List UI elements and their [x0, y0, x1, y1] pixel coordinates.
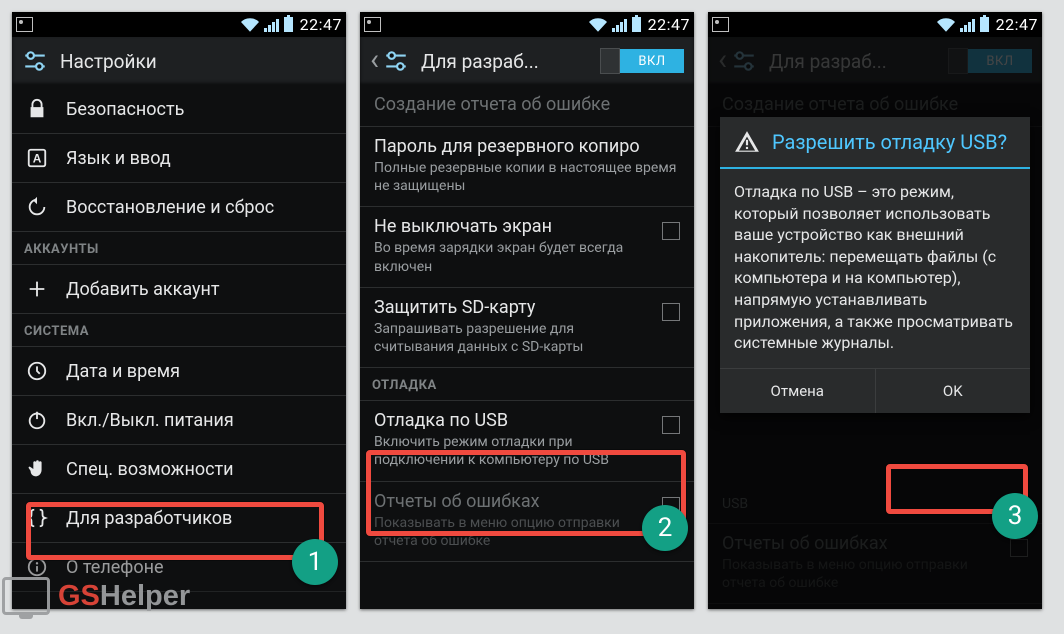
hand-icon [26, 458, 48, 480]
setting-label: Для разработчиков [66, 508, 232, 529]
checkbox[interactable] [662, 303, 680, 321]
notification-icon [16, 17, 33, 32]
plus-icon [26, 278, 48, 300]
setting-label: О телефоне [66, 557, 164, 578]
setting-power[interactable]: Вкл./Выкл. питания [12, 396, 346, 445]
phone-screenshot-1: 22:47 Настройки Безопасность A Язык и вв… [12, 12, 346, 609]
settings-list[interactable]: Безопасность A Язык и ввод Восстановлени… [12, 85, 346, 609]
settings-icon [383, 48, 409, 74]
power-icon [26, 409, 48, 431]
clock-icon [26, 360, 48, 382]
dialog-ok-button[interactable]: OK [876, 369, 1031, 413]
svg-text:A: A [33, 152, 42, 166]
pref-usb-debugging[interactable]: Отладка по USB Включить режим отладки пр… [360, 401, 694, 481]
setting-accessibility[interactable]: Спец. возможности [12, 445, 346, 494]
section-header-system: СИСТЕМА [12, 314, 346, 347]
setting-language[interactable]: A Язык и ввод [12, 134, 346, 183]
setting-security[interactable]: Безопасность [12, 85, 346, 134]
dialog-cancel-button[interactable]: Отмена [720, 369, 876, 413]
pref-title: Защитить SD-карту [374, 297, 654, 318]
setting-developer-options[interactable]: Для разработчиков [12, 494, 346, 543]
signal-icon [960, 18, 975, 32]
action-bar: ‹ Для разраб... ВКЛ [360, 37, 694, 85]
braces-icon [26, 507, 48, 529]
setting-backup[interactable]: Восстановление и сброс [12, 183, 346, 232]
toggle-on[interactable]: ВКЛ [620, 49, 684, 73]
section-header-debug: ОТЛАДКА [360, 368, 694, 401]
pref-protect-sd[interactable]: Защитить SD-карту Запрашивать разрешение… [360, 288, 694, 368]
language-icon: A [26, 147, 48, 169]
battery-icon [632, 17, 641, 32]
section-header-accounts: АККАУНТЫ [12, 232, 346, 265]
status-bar: 22:47 [12, 12, 346, 37]
settings-icon [22, 48, 48, 74]
dialog-title: Разрешить отладку USB? [772, 130, 1007, 154]
info-icon [26, 556, 48, 578]
pref-title: Отладка по USB [374, 410, 654, 431]
signal-icon [264, 18, 279, 32]
wifi-icon [589, 16, 607, 34]
pref-summary: Во время зарядки экран будет всегда вклю… [374, 239, 654, 275]
dialog-body: Отладка по USB – это режим, который позв… [720, 169, 1030, 368]
pref-title: Создание отчета об ошибке [374, 94, 680, 115]
monitor-icon [2, 577, 50, 615]
wifi-icon [937, 16, 955, 34]
setting-label: Язык и ввод [66, 148, 171, 169]
setting-label: Спец. возможности [66, 459, 234, 480]
pref-stay-awake[interactable]: Не выключать экран Во время зарядки экра… [360, 207, 694, 287]
status-clock: 22:47 [300, 15, 342, 34]
notification-icon [364, 17, 381, 32]
warning-icon [734, 129, 760, 155]
notification-icon [712, 17, 729, 32]
setting-add-account[interactable]: Добавить аккаунт [12, 265, 346, 314]
pref-summary: Полные резервные копии в настоящее время… [374, 159, 680, 195]
pref-backup-password[interactable]: Пароль для резервного копиро Полные резе… [360, 127, 694, 207]
lock-icon [26, 98, 48, 120]
setting-date-time[interactable]: Дата и время [12, 347, 346, 396]
wifi-icon [241, 16, 259, 34]
status-clock: 22:47 [648, 15, 690, 34]
pref-summary: Запрашивать разрешение для считывания да… [374, 320, 654, 356]
action-bar-title: Для разраб... [421, 50, 539, 73]
pref-title: Отчеты об ошибках [374, 491, 654, 512]
pref-bug-report[interactable]: Создание отчета об ошибке [360, 85, 694, 127]
setting-label: Восстановление и сброс [66, 197, 274, 218]
phone-screenshot-2: 22:47 ‹ Для разраб... ВКЛ Создание отчет… [360, 12, 694, 609]
setting-label: Дата и время [66, 361, 180, 382]
status-bar: 22:47 [708, 12, 1042, 37]
usb-debug-dialog: Разрешить отладку USB? Отладка по USB – … [720, 117, 1030, 413]
step-badge-3: 3 [992, 493, 1038, 539]
setting-label: Добавить аккаунт [66, 279, 220, 300]
setting-label: Вкл./Выкл. питания [66, 410, 234, 431]
watermark-text-b: Helper [100, 580, 190, 612]
action-bar-title: Настройки [60, 50, 157, 73]
watermark: GSHelper [2, 577, 190, 615]
checkbox[interactable] [662, 416, 680, 434]
pref-title: Пароль для резервного копиро [374, 136, 680, 157]
phone-screenshot-3: 22:47 ‹ Для разраб... ВКЛ Создание отчет… [708, 12, 1042, 609]
status-bar: 22:47 [360, 12, 694, 37]
pref-title: Не выключать экран [374, 216, 654, 237]
status-clock: 22:47 [996, 15, 1038, 34]
step-badge-2: 2 [642, 505, 688, 551]
pref-summary: Показывать в меню опцию отправки отчета … [374, 514, 654, 550]
watermark-text-a: GS [58, 580, 100, 612]
battery-icon [284, 17, 293, 32]
action-bar: Настройки [12, 37, 346, 85]
restore-icon [26, 196, 48, 218]
battery-icon [980, 17, 989, 32]
checkbox[interactable] [662, 222, 680, 240]
pref-summary: Включить режим отладки при подключении к… [374, 433, 654, 469]
setting-label: Безопасность [66, 99, 184, 120]
step-badge-1: 1 [292, 539, 338, 585]
signal-icon [612, 18, 627, 32]
